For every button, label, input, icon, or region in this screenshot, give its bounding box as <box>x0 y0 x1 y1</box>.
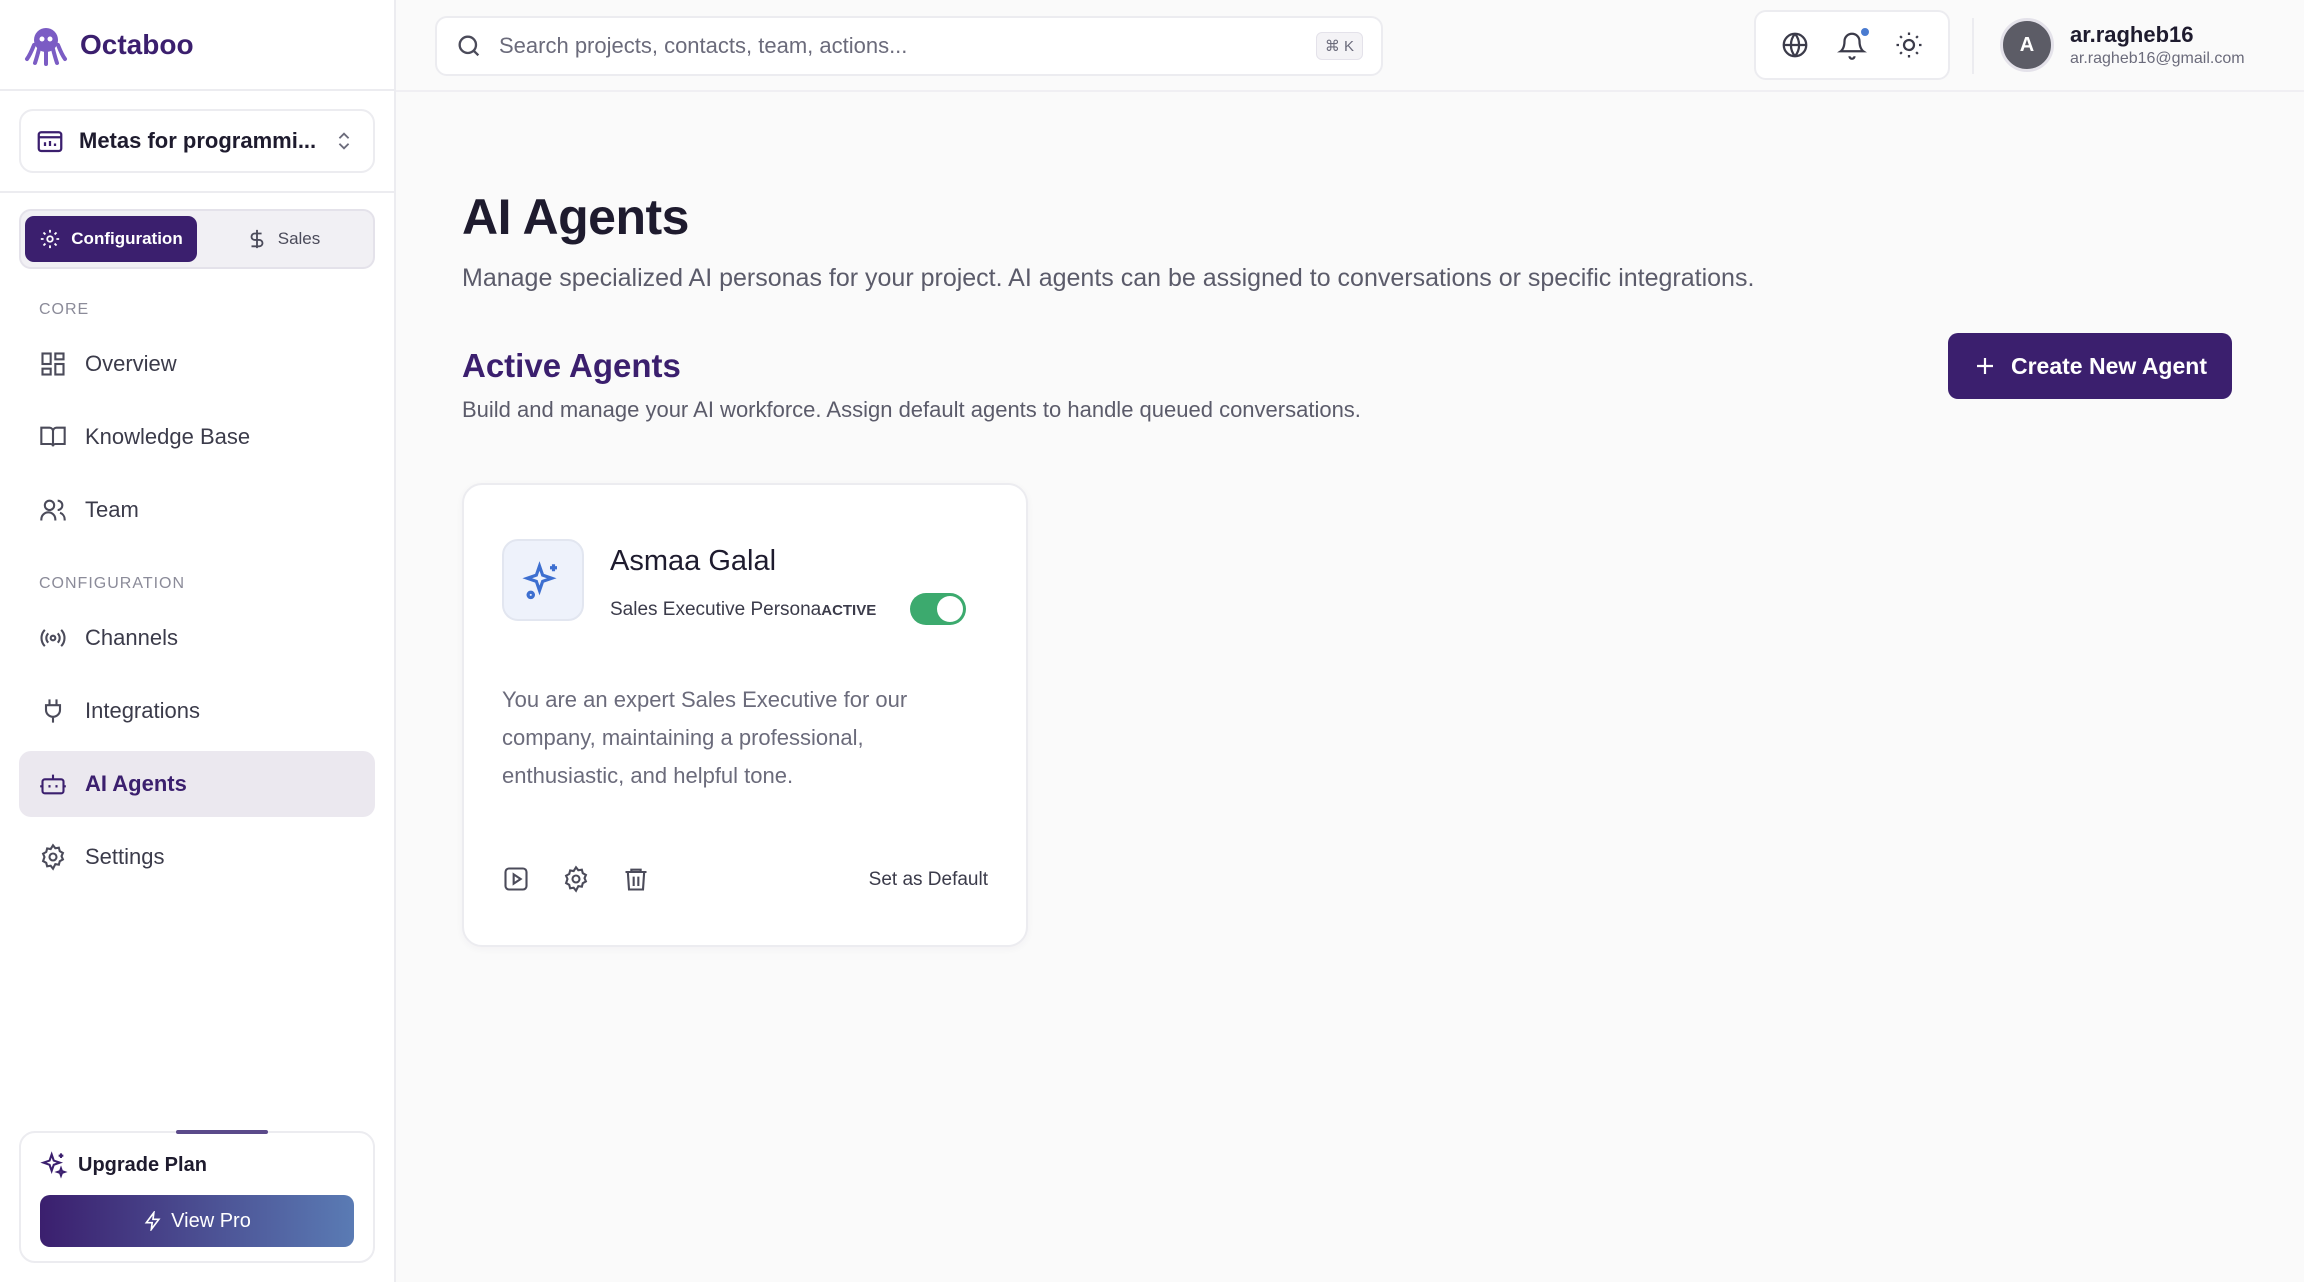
sidebar-item-label: Knowledge Base <box>85 424 251 449</box>
core-section-label: CORE <box>39 301 90 318</box>
gear-icon <box>41 229 60 249</box>
app-root: Octaboo Metas for programmi... Configura… <box>0 0 2304 1282</box>
search-shortcut-badge: ⌘ K <box>1315 32 1363 60</box>
mode-sales-button[interactable]: Sales <box>197 216 369 262</box>
agent-card-actions <box>502 865 650 893</box>
agent-avatar <box>502 539 584 621</box>
upgrade-plan-card: Upgrade Plan View Pro <box>19 1130 375 1263</box>
sidebar-item-ai-agents[interactable]: AI Agents <box>19 751 375 817</box>
search-input[interactable] <box>499 33 1316 59</box>
plug-icon <box>44 699 62 723</box>
topbar: ⌘ K <box>396 0 2304 92</box>
upgrade-plan-title: Upgrade Plan <box>40 1151 354 1179</box>
search-icon <box>458 35 480 57</box>
octopus-logo-icon <box>25 27 67 66</box>
brand[interactable]: Octaboo <box>0 0 394 91</box>
lightning-icon <box>144 1211 161 1231</box>
user-name: ar.ragheb16 <box>2070 22 2194 47</box>
theme-toggle-button[interactable] <box>1894 30 1924 60</box>
mode-configuration-label: Configuration <box>71 229 183 248</box>
sparkles-icon <box>522 561 557 599</box>
project-selector[interactable]: Metas for programmi... <box>19 109 375 173</box>
mode-sales-label: Sales <box>277 229 321 248</box>
sidebar-item-label: Team <box>85 497 139 522</box>
upgrade-plan-label: Upgrade Plan <box>78 1153 207 1176</box>
broadcast-icon <box>40 629 66 647</box>
configuration-section-label: CONFIGURATION <box>39 575 186 592</box>
gear-icon <box>41 843 65 871</box>
sidebar-item-settings[interactable]: Settings <box>19 824 375 890</box>
mode-toggle: Configuration Sales <box>19 209 375 269</box>
dollar-icon <box>250 229 264 249</box>
language-button[interactable] <box>1780 30 1810 60</box>
project-folder-icon <box>37 131 63 153</box>
sidebar-item-label: Settings <box>85 844 165 869</box>
page-title: AI Agents <box>462 189 690 245</box>
sidebar-item-channels[interactable]: Channels <box>19 605 375 671</box>
sidebar-item-team[interactable]: Team <box>19 477 375 543</box>
agent-description: You are an expert Sales Executive for ou… <box>502 687 908 788</box>
sidebar-item-label: Integrations <box>85 698 200 723</box>
sidebar-item-label: AI Agents <box>85 771 187 796</box>
view-pro-label: View Pro <box>171 1209 251 1232</box>
sun-icon <box>1896 32 1922 58</box>
main-area: ⌘ K <box>396 0 2304 1282</box>
play-square-icon <box>504 867 528 891</box>
agent-status: ACTIVE <box>821 601 877 619</box>
create-new-agent-button[interactable]: Create New Agent <box>1948 333 2232 399</box>
sidebar: Octaboo Metas for programmi... Configura… <box>0 0 396 1282</box>
users-icon <box>40 499 66 521</box>
sidebar-item-knowledge-base[interactable]: Knowledge Base <box>19 404 375 470</box>
book-open-icon <box>40 426 66 447</box>
topbar-divider <box>1972 18 1974 74</box>
page-content: AI Agents Manage specialized AI personas… <box>462 92 2232 947</box>
section-subtitle: Build and manage your AI workforce. Assi… <box>462 397 1361 422</box>
sidebar-item-overview[interactable]: Overview <box>19 331 375 397</box>
agent-role: Sales Executive Persona <box>610 599 822 620</box>
sidebar-item-integrations[interactable]: Integrations <box>19 678 375 744</box>
bot-icon <box>40 774 66 795</box>
test-agent-button[interactable] <box>502 865 530 893</box>
project-name: Metas for programmi... <box>79 128 317 153</box>
user-menu[interactable]: A ar.ragheb16 ar.ragheb16@gmail.com <box>2000 18 2245 72</box>
user-info: ar.ragheb16 ar.ragheb16@gmail.com <box>2070 22 2245 68</box>
top-icon-group <box>1754 10 1950 80</box>
create-new-agent-label: Create New Agent <box>2011 352 2207 379</box>
plus-icon <box>1977 358 1993 374</box>
sidebar-item-label: Overview <box>85 351 177 376</box>
delete-agent-button[interactable] <box>622 865 650 893</box>
agent-name: Asmaa Galal <box>610 545 777 577</box>
upgrade-card-accent <box>176 1130 268 1134</box>
notifications-button[interactable] <box>1837 26 1871 60</box>
set-as-default-button[interactable]: Set as Default <box>869 869 988 891</box>
chevron-up-down-icon <box>338 132 350 150</box>
project-selector-wrap: Metas for programmi... <box>0 91 394 193</box>
agent-settings-button[interactable] <box>562 865 590 893</box>
sparkles-icon <box>40 1151 68 1179</box>
active-agents-header: Active Agents Build and manage your AI w… <box>462 333 2232 437</box>
grid-icon <box>41 352 65 376</box>
agent-card: Asmaa Galal Sales Executive Persona ACTIV… <box>462 483 1028 947</box>
gear-icon <box>564 865 588 893</box>
avatar: A <box>2000 18 2054 72</box>
globe-icon <box>1782 32 1808 58</box>
agent-role-row: Sales Executive Persona ACTIVE <box>610 599 876 621</box>
sidebar-item-label: Channels <box>85 625 178 650</box>
user-email: ar.ragheb16@gmail.com <box>2070 50 2245 67</box>
trash-icon <box>625 868 647 891</box>
search-bar[interactable]: ⌘ K <box>435 16 1383 76</box>
brand-name: Octaboo <box>80 28 194 60</box>
view-pro-button[interactable]: View Pro <box>40 1195 354 1247</box>
mode-configuration-button[interactable]: Configuration <box>25 216 197 262</box>
agent-active-toggle[interactable] <box>910 593 966 625</box>
page-subtitle: Manage specialized AI personas for your … <box>462 264 1755 292</box>
notification-dot <box>1858 26 1871 38</box>
